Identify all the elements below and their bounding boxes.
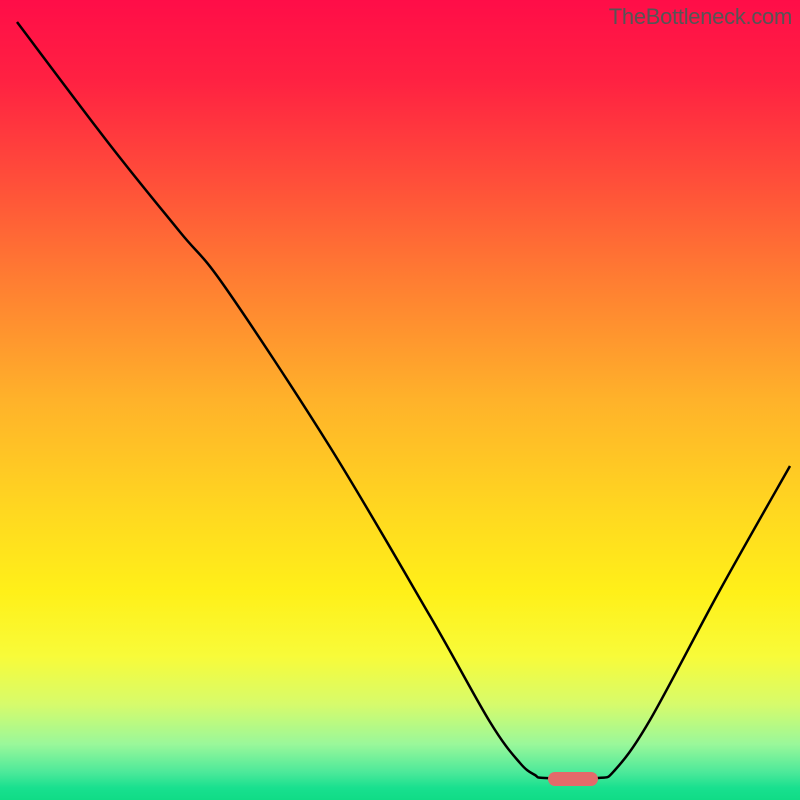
watermark-label: TheBottleneck.com — [609, 4, 792, 30]
optimal-marker — [548, 772, 598, 786]
chart-background-gradient — [0, 0, 800, 800]
bottleneck-chart — [0, 0, 800, 800]
chart-container: TheBottleneck.com — [0, 0, 800, 800]
